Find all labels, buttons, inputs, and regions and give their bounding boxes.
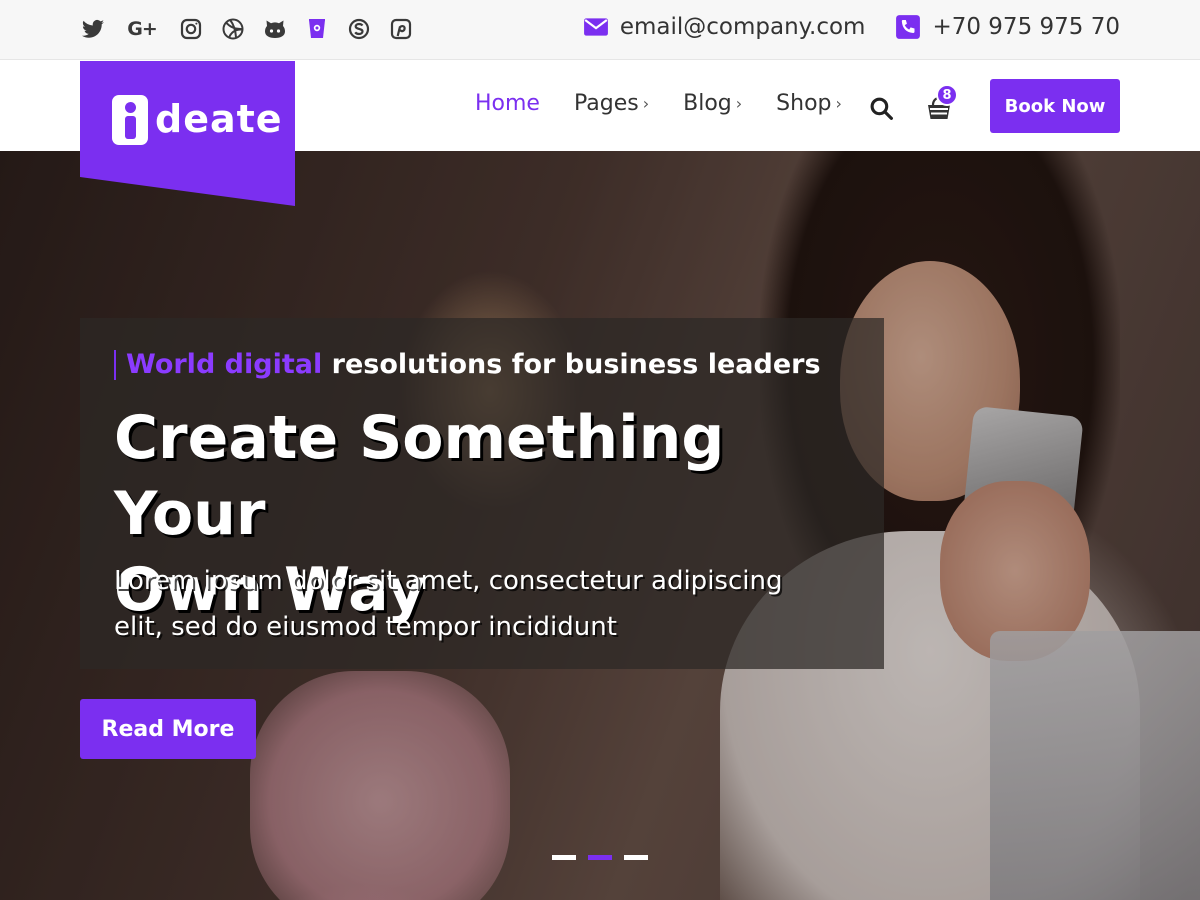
nav-label: Blog [683, 91, 732, 116]
nav-label: Home [475, 91, 540, 116]
twitter-icon[interactable] [80, 15, 106, 43]
slide-dot-1[interactable] [552, 855, 576, 860]
tagline-accent: World digital [126, 349, 323, 380]
social-links: G+ [80, 15, 414, 43]
envelope-icon [583, 18, 608, 36]
tagline-rest: resolutions for business leaders [331, 349, 821, 380]
nav-label: Pages [573, 91, 639, 116]
logo-text: deate [155, 97, 283, 141]
phone-icon [896, 15, 921, 39]
logo-mark-icon [112, 95, 148, 145]
instagram-icon[interactable] [178, 15, 204, 43]
bucket-icon[interactable] [304, 15, 330, 43]
top-bar: G+ email@company.com +70 975 975 70 [0, 0, 1200, 60]
phone-contact[interactable]: +70 975 975 70 [895, 14, 1120, 40]
email-contact[interactable]: email@company.com [583, 14, 866, 40]
nav-item-pages[interactable]: Pages › [574, 91, 649, 116]
chevron-right-icon: › [735, 94, 743, 113]
description-line-1: Lorem ipsum dolor sit amet, consectetur … [114, 566, 783, 596]
book-now-button[interactable]: Book Now [990, 79, 1120, 133]
nav-label: Shop [776, 91, 832, 116]
cart-count-badge: 8 [936, 84, 958, 106]
slider-pagination [552, 855, 648, 860]
nav-item-blog[interactable]: Blog › [683, 91, 742, 116]
description-line-2: elit, sed do eiusmod tempor incididunt [114, 612, 617, 642]
github-icon[interactable] [262, 15, 288, 43]
skype-icon[interactable] [346, 15, 372, 43]
hero-description: Lorem ipsum dolor sit amet, consectetur … [114, 558, 874, 650]
hero-tagline: World digital resolutions for business l… [114, 350, 821, 380]
read-more-button[interactable]: Read More [80, 699, 256, 759]
nav-item-home[interactable]: Home [475, 91, 540, 116]
slide-dot-2[interactable] [588, 855, 612, 860]
headline-line-1: Create Something Your [114, 403, 725, 549]
phone-text: +70 975 975 70 [932, 14, 1120, 40]
main-nav: Home Pages › Blog › Shop › [475, 91, 842, 116]
google-plus-icon[interactable]: G+ [122, 15, 162, 43]
pinterest-icon[interactable] [388, 15, 414, 43]
email-text: email@company.com [619, 14, 866, 40]
hero-slider: World digital resolutions for business l… [0, 151, 1200, 900]
contact-info: email@company.com +70 975 975 70 [583, 14, 1120, 40]
dribbble-icon[interactable] [220, 15, 246, 43]
chevron-right-icon: › [835, 94, 842, 113]
nav-item-shop[interactable]: Shop › [776, 91, 842, 116]
slide-dot-3[interactable] [624, 855, 648, 860]
search-icon[interactable] [869, 96, 894, 121]
hero-caption-box: World digital resolutions for business l… [80, 318, 884, 669]
chevron-right-icon: › [642, 94, 650, 113]
